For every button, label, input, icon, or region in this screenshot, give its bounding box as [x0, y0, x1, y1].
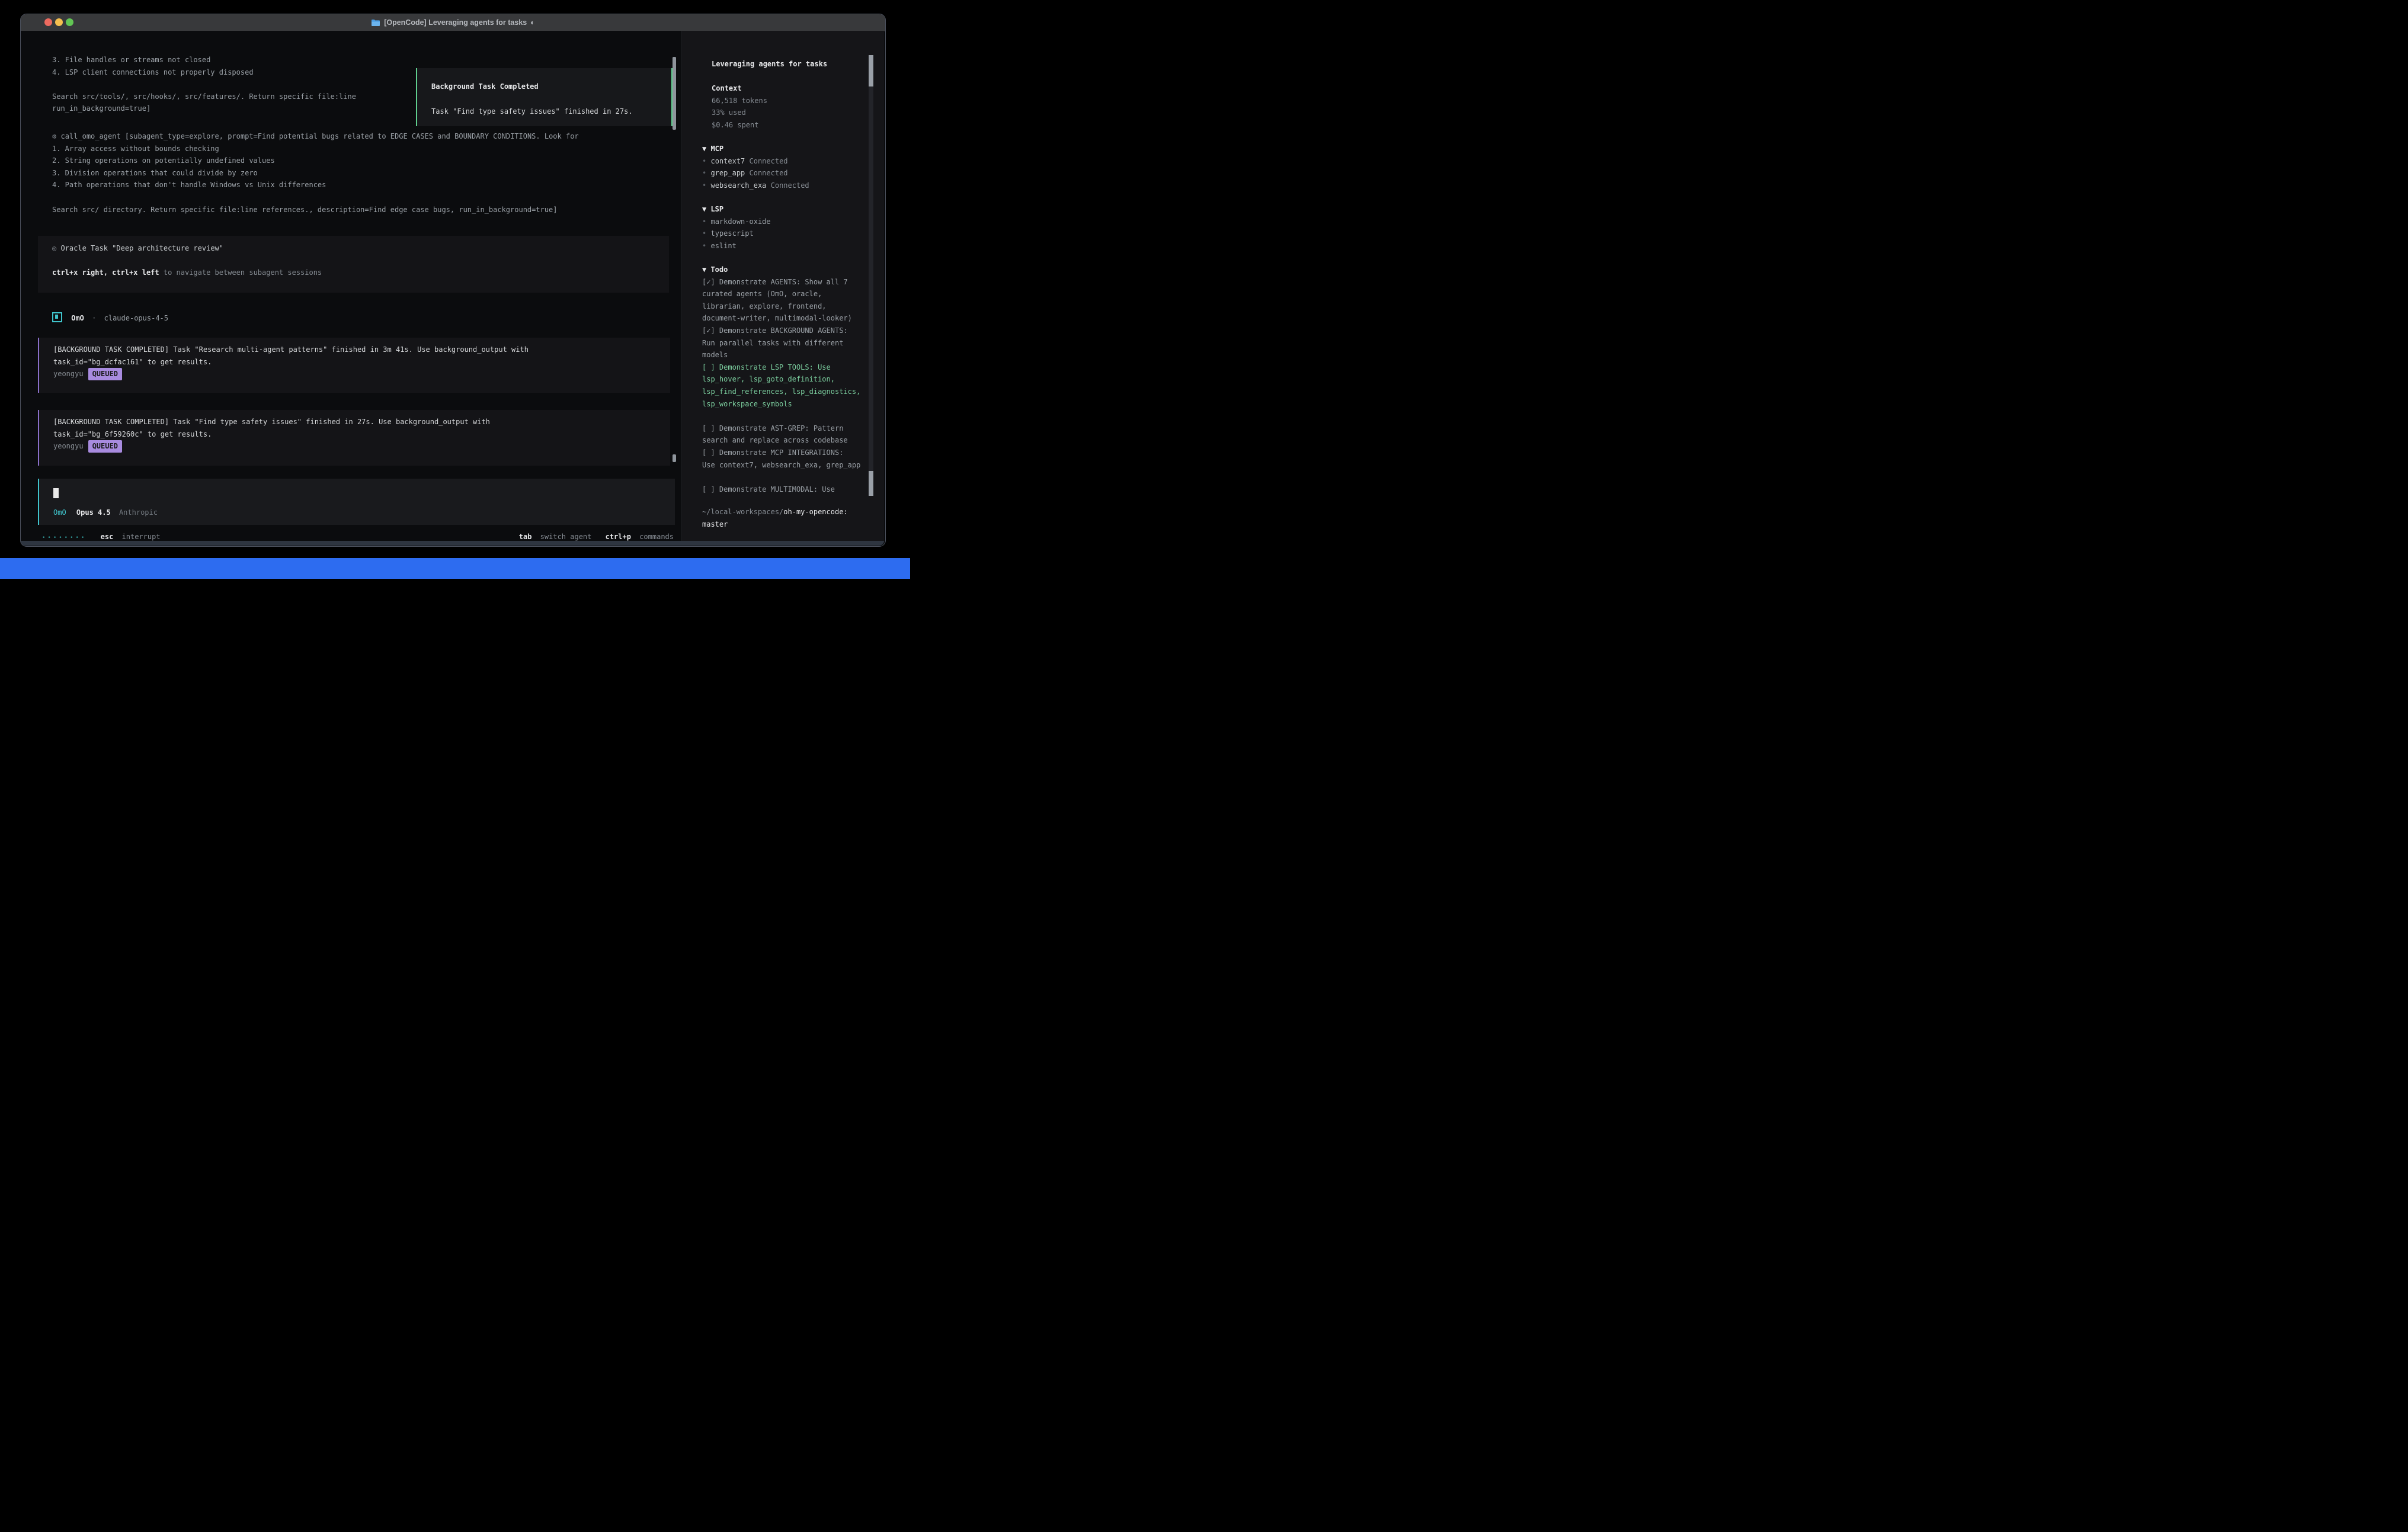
- sidebar-scrollbar-track[interactable]: [869, 55, 873, 496]
- todo-section: ▼ Todo [✓] Demonstrate AGENTS: Show all …: [702, 264, 860, 495]
- context-heading: Context: [712, 82, 767, 95]
- todo-item-done: [✓] Demonstrate BACKGROUND AGENTS: Run p…: [702, 325, 860, 361]
- bullet-icon: •: [702, 217, 706, 226]
- queued-badge: QUEUED: [88, 368, 122, 380]
- tool-call-block: ⚙ call_omo_agent [subagent_type=explore,…: [52, 130, 579, 216]
- folder-icon: [371, 19, 380, 27]
- mcp-server-status: Connected: [750, 157, 788, 165]
- context-section: Context 66,518 tokens 33% used $0.46 spe…: [712, 82, 767, 131]
- toast-title: Background Task Completed: [431, 82, 539, 91]
- oracle-task-title: Oracle Task "Deep architecture review": [60, 244, 223, 252]
- window-titlebar[interactable]: [OpenCode] Leveraging agents for tasks ◐: [21, 14, 885, 31]
- toast-body: Task "Find type safety issues" finished …: [431, 107, 633, 116]
- todo-item-pending: [ ] Demonstrate MCP INTEGRATIONS: Use co…: [702, 447, 860, 471]
- workspace-path: ~/local-workspaces/oh-my-opencode: maste…: [702, 506, 848, 530]
- esc-key-label: interrupt: [122, 533, 161, 541]
- mcp-server-name: websearch_exa: [710, 181, 766, 190]
- scrollback-text: 3. File handles or streams not closed 4.…: [52, 54, 356, 115]
- text-cursor: [53, 488, 59, 498]
- prompt-input[interactable]: OmO Opus 4.5 Anthropic: [38, 479, 675, 525]
- queued-badge: QUEUED: [88, 440, 122, 453]
- terminal-window: [OpenCode] Leveraging agents for tasks ◐…: [20, 14, 886, 547]
- background-task-message[interactable]: [BACKGROUND TASK COMPLETED] Task "Find t…: [38, 410, 670, 466]
- mcp-server-name: grep_app: [710, 169, 745, 177]
- todo-item-pending: [ ] Demonstrate AST-GREP: Pattern search…: [702, 422, 860, 447]
- input-agent-name[interactable]: OmO: [53, 508, 66, 517]
- lsp-server-name: markdown-oxide: [710, 217, 770, 226]
- todo-item-done: [✓] Demonstrate AGENTS: Show all 7 curat…: [702, 276, 860, 325]
- toast-notification[interactable]: Background Task Completed Task "Find typ…: [416, 68, 673, 126]
- oracle-hint-keys: ctrl+x right, ctrl+x left: [52, 268, 159, 277]
- bullet-icon: •: [702, 157, 706, 165]
- session-half-circle-icon: ◐: [530, 18, 535, 27]
- input-model-name[interactable]: Opus 4.5: [76, 508, 111, 517]
- omo-agent-icon: [52, 312, 62, 322]
- context-spent: $0.46 spent: [712, 119, 767, 132]
- bullet-icon: •: [702, 181, 706, 190]
- sidebar-scrollbar-thumb[interactable]: [869, 55, 873, 86]
- todo-heading[interactable]: ▼ Todo: [702, 264, 860, 276]
- oracle-hint-text: to navigate between subagent sessions: [159, 268, 322, 277]
- agent-name: OmO: [71, 314, 84, 322]
- separator-dot: ·: [92, 314, 96, 322]
- tab-key-label: switch agent: [540, 533, 592, 541]
- agent-model: claude-opus-4-5: [104, 314, 168, 322]
- mcp-server-status: Connected: [750, 169, 788, 177]
- lsp-server-name: typescript: [710, 229, 753, 238]
- chat-scrollbar-thumb[interactable]: [673, 57, 676, 130]
- chat-scrollbar-thumb-lower[interactable]: [673, 454, 676, 462]
- mcp-section: ▼ MCP • context7 Connected • grep_app Co…: [702, 143, 809, 191]
- terminal-content: 3. File handles or streams not closed 4.…: [21, 31, 884, 541]
- activity-dots: ••••••••: [42, 535, 87, 541]
- window-title: [OpenCode] Leveraging agents for tasks: [384, 18, 527, 27]
- context-tokens: 66,518 tokens: [712, 95, 767, 107]
- ctrlp-key-label: commands: [639, 533, 674, 541]
- window-title-area: [OpenCode] Leveraging agents for tasks ◐: [21, 14, 885, 31]
- desktop-wallpaper-strip: [0, 558, 910, 579]
- context-used: 33% used: [712, 107, 767, 119]
- workspace-repo: oh-my-opencode:: [783, 508, 847, 516]
- esc-key-hint[interactable]: esc: [101, 533, 114, 541]
- bullet-icon: •: [702, 169, 706, 177]
- sidebar-scrollbar-thumb-lower[interactable]: [869, 471, 873, 496]
- mcp-server-status: Connected: [771, 181, 809, 190]
- oracle-task-card[interactable]: ◎ Oracle Task "Deep architecture review"…: [38, 236, 669, 293]
- record-circle-icon: ◎: [52, 244, 56, 252]
- bullet-icon: •: [702, 229, 706, 238]
- window-bottom-chrome: [21, 541, 884, 546]
- session-sidebar: Leveraging agents for tasks Context 66,5…: [682, 31, 884, 541]
- mcp-server-name: context7: [710, 157, 745, 165]
- lsp-section: ▼ LSP • markdown-oxide • typescript • es…: [702, 203, 771, 252]
- message-author: yeongyu: [53, 370, 84, 378]
- bullet-icon: •: [702, 242, 706, 250]
- message-author: yeongyu: [53, 442, 84, 450]
- todo-item-active: [ ] Demonstrate LSP TOOLS: Use lsp_hover…: [702, 361, 860, 410]
- lsp-heading[interactable]: ▼ LSP: [702, 203, 771, 216]
- todo-item-pending: [ ] Demonstrate MULTIMODAL: Use: [702, 483, 860, 496]
- workspace-path-prefix: ~/local-workspaces/: [702, 508, 783, 516]
- session-title: Leveraging agents for tasks: [712, 58, 827, 70]
- status-bar-right: tab switch agent ctrl+p commands: [519, 533, 674, 541]
- pane-divider: [681, 31, 682, 541]
- chat-pane: 3. File handles or streams not closed 4.…: [21, 31, 682, 541]
- background-task-message[interactable]: [BACKGROUND TASK COMPLETED] Task "Resear…: [38, 338, 670, 393]
- gear-icon: ⚙: [52, 132, 56, 140]
- input-provider-name: Anthropic: [119, 508, 158, 517]
- agent-header: OmO · claude-opus-4-5: [52, 312, 168, 322]
- ctrlp-key-hint[interactable]: ctrl+p: [606, 533, 631, 541]
- lsp-server-name: eslint: [710, 242, 736, 250]
- workspace-branch: master: [702, 518, 848, 531]
- status-bar: •••••••• esc interrupt tab switch agent …: [42, 533, 674, 541]
- tab-key-hint[interactable]: tab: [519, 533, 532, 541]
- mcp-heading[interactable]: ▼ MCP: [702, 143, 809, 155]
